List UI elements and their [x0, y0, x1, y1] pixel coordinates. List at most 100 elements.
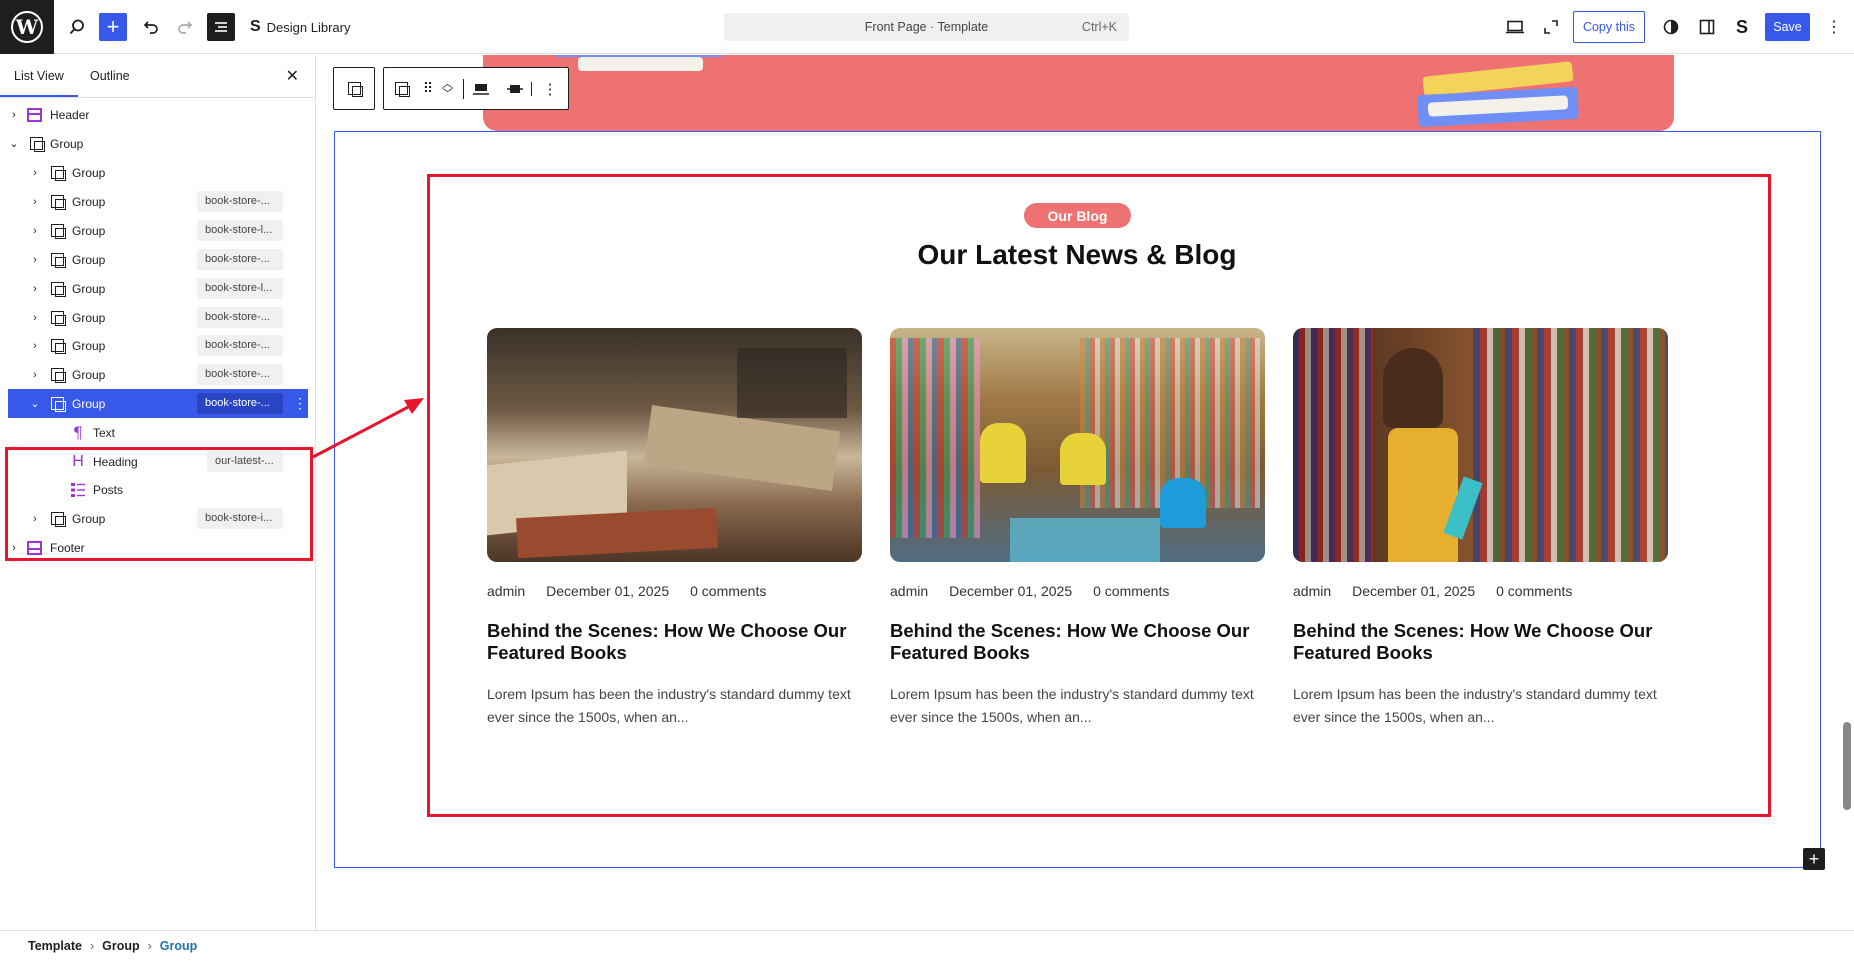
parent-selector-button[interactable]	[333, 67, 375, 110]
anchor-tag: book-store-l...	[197, 278, 283, 299]
post-author[interactable]: admin	[1293, 583, 1331, 599]
highlight-box-sidebar	[5, 447, 313, 561]
list-item[interactable]: › Group book-store-...	[0, 360, 316, 389]
editor-canvas: ⠿ ︿ ﹀ ⋮ Our Blog Our Latest News & Blog a…	[317, 55, 1837, 930]
post-excerpt: Lorem Ipsum has been the industry's stan…	[487, 686, 851, 725]
list-item-selected[interactable]: ⌄ Group book-store-... ⋮	[8, 389, 308, 418]
sidebar-tabs: List View Outline ✕	[0, 55, 315, 98]
align-full-icon[interactable]	[464, 82, 498, 96]
tab-list-view[interactable]: List View	[0, 69, 78, 97]
paragraph-icon: ¶	[72, 423, 84, 442]
breadcrumb-item[interactable]: Group	[102, 939, 140, 953]
group-icon	[49, 165, 66, 181]
post-date: December 01, 2025	[949, 583, 1073, 599]
list-view-sidebar: List View Outline ✕ › Header ⌄ Group › G…	[0, 55, 316, 930]
undo-icon[interactable]	[136, 13, 164, 41]
settings-sidebar-icon[interactable]	[1693, 13, 1721, 41]
template-part-icon	[26, 107, 42, 123]
list-item[interactable]: ¶ Text	[0, 418, 316, 447]
post-card: admin December 01, 2025 0 comments Behin…	[890, 328, 1265, 729]
wordpress-logo-icon[interactable]: W	[0, 0, 54, 54]
tab-outline[interactable]: Outline	[90, 69, 130, 83]
post-title[interactable]: Behind the Scenes: How We Choose Our Fea…	[890, 620, 1265, 664]
chevron-right-icon: ›	[89, 939, 95, 953]
document-title: Front Page · Template	[864, 20, 989, 34]
group-icon	[347, 82, 363, 97]
block-options-icon[interactable]: ⋮	[293, 395, 307, 412]
list-item[interactable]: › Group book-store-l...	[0, 274, 316, 303]
move-up-down-icon[interactable]: ︿ ﹀	[438, 78, 464, 99]
list-item[interactable]: › Group book-store-...	[0, 303, 316, 332]
search-icon[interactable]	[63, 13, 91, 41]
post-featured-image[interactable]	[1293, 328, 1668, 562]
add-block-plus-icon[interactable]: +	[1803, 848, 1825, 870]
justify-icon[interactable]	[498, 81, 532, 96]
list-item[interactable]: ⌄ Group	[0, 129, 316, 158]
post-excerpt: Lorem Ipsum has been the industry's stan…	[1293, 686, 1657, 725]
group-icon	[49, 281, 66, 297]
list-item[interactable]: › Group	[0, 158, 316, 187]
drag-handle-icon[interactable]: ⠿	[418, 80, 438, 97]
group-block-icon[interactable]	[384, 82, 418, 97]
block-toolbar: ⠿ ︿ ﹀ ⋮	[383, 67, 569, 110]
chevron-down-icon[interactable]: ⌄	[30, 397, 40, 410]
post-comments[interactable]: 0 comments	[1496, 583, 1572, 599]
breadcrumb: Template › Group › Group	[0, 930, 1854, 961]
more-options-icon[interactable]: ⋮	[532, 80, 568, 98]
post-featured-image[interactable]	[487, 328, 862, 562]
list-item[interactable]: › Group book-store-...	[0, 331, 316, 360]
redo-icon[interactable]	[172, 13, 200, 41]
block-inserter-plus-icon[interactable]: +	[99, 13, 127, 41]
command-shortcut: Ctrl+K	[1081, 20, 1117, 34]
chevron-right-icon[interactable]: ›	[30, 340, 40, 352]
anchor-tag: book-store-...	[197, 191, 283, 212]
blog-badge: Our Blog	[1024, 203, 1131, 228]
chevron-right-icon[interactable]: ›	[30, 196, 40, 208]
scrollbar-thumb[interactable]	[1843, 722, 1851, 810]
post-featured-image[interactable]	[890, 328, 1265, 562]
blog-heading[interactable]: Our Latest News & Blog	[687, 239, 1467, 271]
post-card: admin December 01, 2025 0 comments Behin…	[1293, 328, 1668, 729]
post-title[interactable]: Behind the Scenes: How We Choose Our Fea…	[487, 620, 862, 664]
copy-this-button[interactable]: Copy this	[1573, 11, 1645, 43]
design-library-link[interactable]: S Design Library	[250, 18, 351, 36]
design-library-s-icon: S	[250, 18, 261, 35]
group-icon	[28, 136, 45, 152]
chevron-right-icon[interactable]: ›	[30, 225, 40, 237]
chevron-right-icon[interactable]: ›	[9, 109, 19, 121]
list-item[interactable]: › Group book-store-...	[0, 187, 316, 216]
chevron-right-icon[interactable]: ›	[30, 369, 40, 381]
chevron-right-icon[interactable]: ›	[30, 167, 40, 179]
post-comments[interactable]: 0 comments	[690, 583, 766, 599]
post-author[interactable]: admin	[890, 583, 928, 599]
plugin-s-icon[interactable]: S	[1728, 13, 1756, 41]
design-library-label: Design Library	[266, 19, 351, 35]
desktop-preview-icon[interactable]	[1501, 13, 1529, 41]
list-item[interactable]: › Group book-store-...	[0, 245, 316, 274]
chevron-right-icon[interactable]: ›	[30, 283, 40, 295]
document-bar[interactable]: Front Page · Template Ctrl+K	[724, 13, 1129, 41]
save-button[interactable]: Save	[1765, 13, 1810, 41]
post-title[interactable]: Behind the Scenes: How We Choose Our Fea…	[1293, 620, 1668, 664]
anchor-tag: book-store-l...	[197, 220, 283, 241]
group-icon	[49, 252, 66, 268]
close-icon[interactable]: ✕	[286, 66, 299, 86]
chevron-right-icon[interactable]: ›	[30, 254, 40, 266]
list-item-label: Group	[72, 310, 106, 325]
list-item[interactable]: › Header	[0, 100, 316, 129]
chevron-down-icon[interactable]: ⌄	[9, 137, 19, 150]
list-item-label: Group	[72, 281, 106, 296]
fullscreen-icon[interactable]	[1537, 13, 1565, 41]
post-author[interactable]: admin	[487, 583, 525, 599]
document-overview-icon[interactable]	[207, 13, 235, 41]
options-more-icon[interactable]: ⋮	[1820, 13, 1848, 41]
group-icon	[49, 310, 66, 326]
breadcrumb-current: Group	[159, 939, 198, 953]
list-item[interactable]: › Group book-store-l...	[0, 216, 316, 245]
styles-contrast-icon[interactable]	[1657, 13, 1685, 41]
chevron-right-icon[interactable]: ›	[30, 312, 40, 324]
anchor-tag: book-store-...	[197, 393, 283, 414]
breadcrumb-item[interactable]: Template	[28, 939, 82, 953]
post-date: December 01, 2025	[1352, 583, 1476, 599]
post-comments[interactable]: 0 comments	[1093, 583, 1169, 599]
